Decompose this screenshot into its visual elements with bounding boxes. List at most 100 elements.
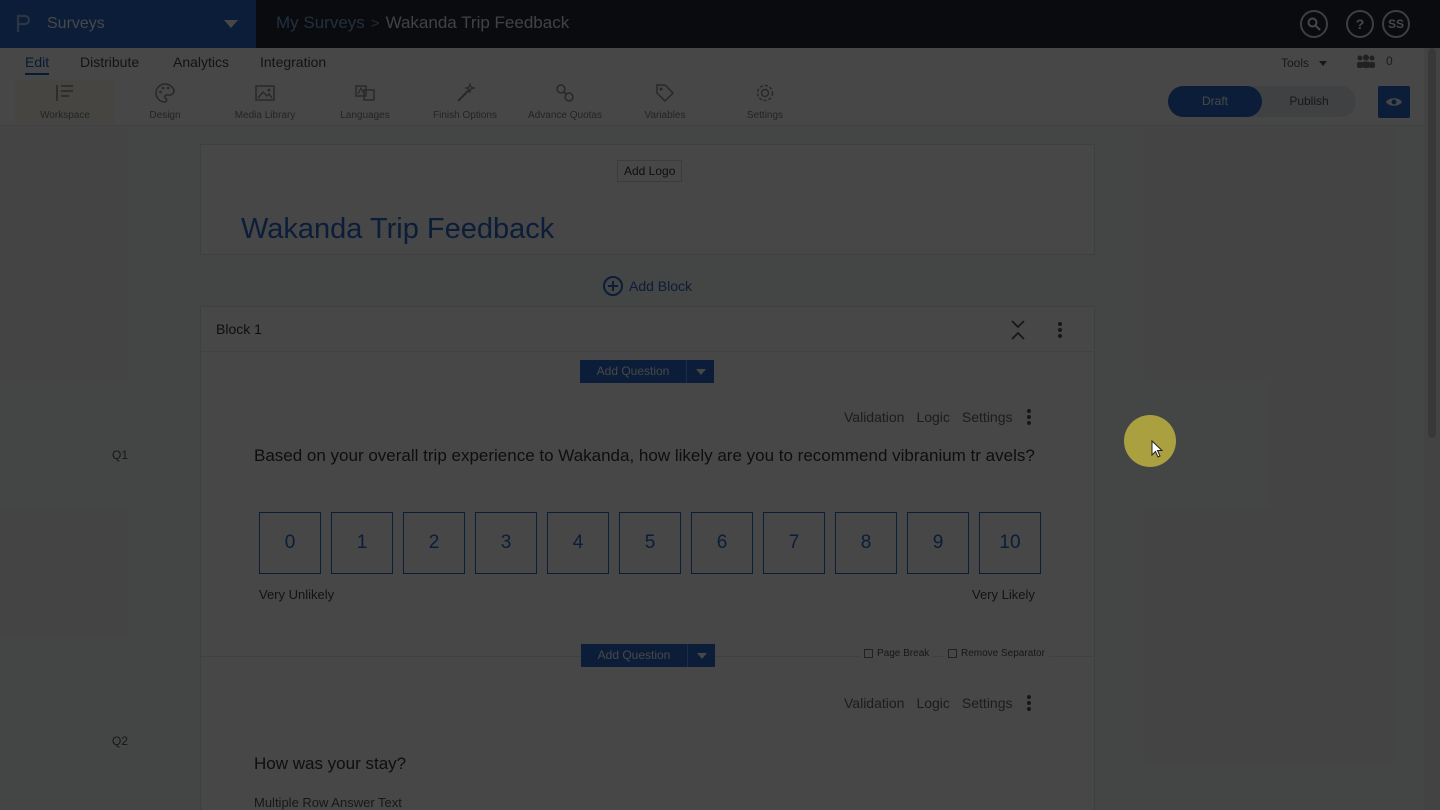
plus-circle-icon <box>603 276 623 296</box>
add-question-label[interactable]: Add Question <box>580 360 686 383</box>
add-question-button[interactable]: Add Question <box>581 644 715 667</box>
help-icon[interactable]: ? <box>1346 10 1374 38</box>
tab-edit[interactable]: Edit <box>25 54 50 75</box>
toolbar-label: Design <box>149 110 181 121</box>
toolbar-media-library[interactable]: Media Library <box>215 80 315 124</box>
scale-option[interactable]: 1 <box>331 512 393 574</box>
palette-icon <box>115 80 215 106</box>
checkbox-icon <box>948 649 957 658</box>
scale-option[interactable]: 5 <box>619 512 681 574</box>
toolbar-design[interactable]: Design <box>115 80 215 124</box>
scale-option[interactable]: 7 <box>763 512 825 574</box>
tab-distribute[interactable]: Distribute <box>80 54 139 70</box>
collapse-icon[interactable] <box>1009 319 1027 341</box>
people-icon <box>1357 54 1375 68</box>
add-question-button[interactable]: Add Question <box>580 360 714 383</box>
toolbar-variables[interactable]: Variables <box>615 80 715 124</box>
add-question-label[interactable]: Add Question <box>581 644 687 667</box>
status-toggle[interactable]: Draft Publish <box>1168 86 1356 117</box>
toolbar-finish-options[interactable]: Finish Options <box>415 80 515 124</box>
tab-integration[interactable]: Integration <box>260 54 326 70</box>
q2-number: Q2 <box>112 734 129 748</box>
tag-icon <box>615 80 715 106</box>
remove-separator-option[interactable]: Remove Separator <box>944 648 1049 659</box>
block-more-icon[interactable] <box>1058 322 1062 338</box>
breadcrumb: My Surveys > Wakanda Trip Feedback <box>276 13 569 33</box>
tab-analytics[interactable]: Analytics <box>173 54 229 70</box>
q2-more-icon[interactable] <box>1027 695 1031 711</box>
toolbar-workspace[interactable]: Workspace <box>15 80 115 124</box>
app-name: Surveys <box>47 15 105 32</box>
add-block-button[interactable]: Add Block <box>603 276 692 296</box>
scale-option[interactable]: 10 <box>979 512 1041 574</box>
top-bar: Surveys My Surveys > Wakanda Trip Feedba… <box>0 0 1440 48</box>
page-break-option[interactable]: Page Break <box>860 648 934 659</box>
q1-more-icon[interactable] <box>1027 409 1031 425</box>
breadcrumb-separator: > <box>370 14 380 32</box>
q2-settings-link[interactable]: Settings <box>962 695 1013 711</box>
q1-high-label[interactable]: Very Likely <box>972 587 1035 602</box>
block-title: Block 1 <box>216 321 262 337</box>
q1-low-label[interactable]: Very Unlikely <box>259 587 334 602</box>
page-scrollbar[interactable] <box>1424 48 1440 810</box>
q1-logic-link[interactable]: Logic <box>916 409 949 425</box>
q2-answer-text[interactable]: Multiple Row Answer Text <box>254 795 402 810</box>
add-logo-button[interactable]: Add Logo <box>617 160 683 182</box>
add-question-dropdown-icon[interactable] <box>686 360 714 383</box>
q1-text[interactable]: Based on your overall trip experience to… <box>254 443 1054 469</box>
translate-icon <box>315 80 415 106</box>
tools-label: Tools <box>1281 56 1310 70</box>
page-break-label: Page Break <box>877 648 930 659</box>
search-icon[interactable] <box>1300 10 1328 38</box>
chevron-down-icon <box>224 20 238 28</box>
scale-option[interactable]: 8 <box>835 512 897 574</box>
draft-button[interactable]: Draft <box>1168 86 1262 117</box>
tools-menu[interactable]: Tools <box>1281 56 1328 70</box>
gear-icon <box>715 80 815 106</box>
toolbar-languages[interactable]: Languages <box>315 80 415 124</box>
scale-option[interactable]: 4 <box>547 512 609 574</box>
q2-validation-link[interactable]: Validation <box>844 695 904 711</box>
toolbar-label: Workspace <box>40 110 90 121</box>
publish-button[interactable]: Publish <box>1262 86 1356 117</box>
breadcrumb-my-surveys[interactable]: My Surveys <box>276 13 365 33</box>
scrollbar-thumb[interactable] <box>1428 48 1436 438</box>
q2-logic-link[interactable]: Logic <box>916 695 949 711</box>
toolbar-settings[interactable]: Settings <box>715 80 815 124</box>
cursor-highlight <box>1124 415 1176 467</box>
q1-nps-scale: 0 1 2 3 4 5 6 7 8 9 10 <box>259 512 1041 574</box>
caret-down-icon <box>1319 61 1328 67</box>
eye-icon <box>1386 98 1402 106</box>
list-icon <box>15 80 115 106</box>
scale-option[interactable]: 0 <box>259 512 321 574</box>
collaborators[interactable]: 0 <box>1356 54 1393 68</box>
survey-title[interactable]: Wakanda Trip Feedback <box>241 213 554 246</box>
q1-settings-link[interactable]: Settings <box>962 409 1013 425</box>
q2-text[interactable]: How was your stay? <box>254 751 406 777</box>
survey-header-card: Add Logo Wakanda Trip Feedback <box>200 144 1095 255</box>
scale-option[interactable]: 2 <box>403 512 465 574</box>
scale-option[interactable]: 9 <box>907 512 969 574</box>
collaborator-count: 0 <box>1386 54 1393 68</box>
q1-validation-link[interactable]: Validation <box>844 409 904 425</box>
quota-icon <box>515 80 615 106</box>
user-avatar[interactable]: SS <box>1382 10 1410 38</box>
scale-option[interactable]: 6 <box>691 512 753 574</box>
checkbox-icon <box>864 649 873 658</box>
editor-toolbar: Workspace Design Media Library Languages… <box>0 76 1424 126</box>
toolbar-label: Variables <box>644 110 686 121</box>
block-header: Block 1 <box>201 307 1094 352</box>
scale-option[interactable]: 3 <box>475 512 537 574</box>
tab-row: Edit Distribute Analytics Integration To… <box>0 48 1424 76</box>
app-switcher[interactable]: Surveys <box>0 0 256 48</box>
q1-actions: Validation Logic Settings <box>844 409 1013 425</box>
toolbar-advance-quotas[interactable]: Advance Quotas <box>515 80 615 124</box>
image-icon <box>215 80 315 106</box>
q1-number: Q1 <box>112 448 129 462</box>
breadcrumb-current: Wakanda Trip Feedback <box>385 13 570 32</box>
preview-button[interactable] <box>1378 86 1410 118</box>
toolbar-label: Languages <box>340 110 390 121</box>
add-question-dropdown-icon[interactable] <box>687 644 715 667</box>
brand-logo-icon <box>16 14 31 34</box>
mouse-cursor-icon <box>1151 440 1163 458</box>
